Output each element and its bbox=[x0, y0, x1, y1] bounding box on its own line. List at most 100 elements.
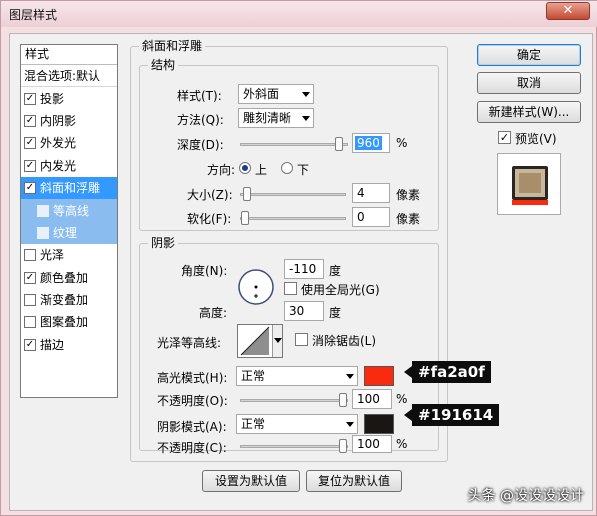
altitude-input[interactable]: 30 bbox=[284, 301, 324, 321]
chevron-down-icon bbox=[274, 338, 282, 343]
preview-checkbox[interactable]: ✓ bbox=[498, 131, 511, 144]
angle-input[interactable]: -110 bbox=[284, 259, 324, 279]
style-item[interactable]: 图案叠加 bbox=[21, 311, 117, 333]
style-item[interactable]: 光泽 bbox=[21, 244, 117, 266]
style-item[interactable]: 等高线 bbox=[21, 199, 117, 222]
soften-slider-thumb[interactable] bbox=[241, 211, 249, 225]
highlight-mode-value: 正常 bbox=[241, 369, 266, 383]
shadow-opacity-input[interactable]: 100 bbox=[352, 435, 392, 453]
style-item-checkbox[interactable]: ✓ bbox=[24, 137, 36, 150]
direction-down-radio[interactable] bbox=[281, 162, 293, 174]
size-slider[interactable] bbox=[240, 187, 346, 201]
shadow-opacity-slider[interactable] bbox=[240, 439, 348, 453]
altitude-unit: 度 bbox=[329, 306, 342, 320]
highlight-opacity-label: 不透明度(O): bbox=[157, 394, 228, 408]
angle-unit: 度 bbox=[329, 264, 342, 278]
global-light-label: 使用全局光(G) bbox=[301, 283, 380, 297]
global-light-checkbox[interactable] bbox=[284, 282, 297, 295]
style-item-label: 等高线 bbox=[53, 203, 90, 218]
style-item[interactable]: ✓ 颜色叠加 bbox=[21, 267, 117, 289]
highlight-mode-select[interactable]: 正常 bbox=[236, 366, 358, 386]
highlight-opacity-slider[interactable] bbox=[240, 393, 348, 407]
blend-options-item[interactable]: 混合选项:默认 bbox=[21, 65, 117, 88]
highlight-opacity-thumb[interactable] bbox=[339, 393, 347, 407]
window-title: 图层样式 bbox=[9, 8, 58, 22]
cancel-button[interactable]: 取消 bbox=[477, 72, 581, 94]
style-item-checkbox[interactable] bbox=[24, 294, 36, 307]
highlight-mode-label: 高光模式(H): bbox=[157, 371, 228, 385]
style-items: ✓ 投影 ✓ 内阴影 ✓ 外发光 ✓ 内发光 ✓ 斜面和浮雕 等高线 纹理 光泽 ✓ 颜色叠加 渐变叠加 图案叠… bbox=[21, 87, 117, 356]
highlight-color-swatch[interactable] bbox=[364, 366, 394, 386]
style-item-checkbox[interactable] bbox=[37, 204, 49, 217]
bevel-style-value: 外斜面 bbox=[243, 87, 280, 101]
title-bar[interactable]: 图层样式 ✕ bbox=[1, 1, 597, 27]
soften-slider[interactable] bbox=[240, 211, 346, 225]
style-item-checkbox[interactable]: ✓ bbox=[24, 114, 36, 127]
style-item-label: 纹理 bbox=[53, 225, 78, 240]
shadow-color-swatch[interactable] bbox=[364, 414, 394, 434]
style-item[interactable]: ✓ 内阴影 bbox=[21, 110, 117, 132]
style-item[interactable]: ✓ 外发光 bbox=[21, 132, 117, 154]
style-item-checkbox[interactable]: ✓ bbox=[24, 338, 36, 351]
style-item-label: 内发光 bbox=[40, 158, 77, 173]
style-item-label: 斜面和浮雕 bbox=[40, 181, 101, 196]
shadow-opacity-unit: % bbox=[396, 437, 408, 451]
angle-value: -110 bbox=[289, 262, 317, 276]
size-slider-thumb[interactable] bbox=[242, 187, 251, 201]
reset-default-button[interactable]: 复位为默认值 bbox=[306, 470, 402, 492]
style-item-checkbox[interactable] bbox=[24, 249, 36, 262]
shadow-opacity-thumb[interactable] bbox=[339, 439, 347, 453]
shading-title: 阴影 bbox=[148, 236, 179, 250]
direction-down-label: 下 bbox=[297, 163, 310, 177]
new-style-button[interactable]: 新建样式(W)... bbox=[477, 101, 581, 123]
direction-label: 方向: bbox=[207, 163, 236, 177]
shadow-mode-label: 阴影模式(A): bbox=[157, 420, 227, 434]
style-item[interactable]: 渐变叠加 bbox=[21, 289, 117, 311]
make-default-button[interactable]: 设置为默认值 bbox=[202, 470, 300, 492]
technique-value: 雕刻清晰 bbox=[243, 111, 292, 125]
depth-value: 960 bbox=[355, 136, 382, 150]
style-item[interactable]: ✓ 斜面和浮雕 bbox=[21, 176, 117, 200]
style-item-label: 颜色叠加 bbox=[40, 270, 89, 285]
direction-up-radio[interactable] bbox=[239, 162, 251, 174]
bevel-style-select[interactable]: 外斜面 bbox=[238, 84, 314, 104]
style-item[interactable]: ✓ 描边 bbox=[21, 334, 117, 356]
style-item-checkbox[interactable]: ✓ bbox=[24, 159, 36, 172]
style-item[interactable]: ✓ 投影 bbox=[21, 87, 117, 109]
style-item-label: 投影 bbox=[40, 91, 65, 106]
style-item-label: 内阴影 bbox=[40, 113, 77, 128]
shadow-mode-select[interactable]: 正常 bbox=[236, 414, 358, 434]
style-item-checkbox[interactable] bbox=[37, 226, 49, 239]
watermark: 头条 @设设设设计 bbox=[467, 488, 584, 504]
chevron-down-icon bbox=[302, 92, 310, 97]
highlight-opacity-value: 100 bbox=[357, 392, 380, 406]
technique-select[interactable]: 雕刻清晰 bbox=[238, 108, 314, 128]
contour-dropdown[interactable] bbox=[272, 325, 282, 357]
style-item-checkbox[interactable]: ✓ bbox=[24, 271, 36, 284]
depth-label: 深度(D): bbox=[177, 138, 224, 152]
depth-slider[interactable] bbox=[240, 137, 348, 151]
highlight-opacity-input[interactable]: 100 bbox=[352, 389, 392, 409]
dialog-body: 样式 混合选项:默认 ✓ 投影 ✓ 内阴影 ✓ 外发光 ✓ 内发光 ✓ 斜面和浮雕 等高线 纹理 光泽 ✓… bbox=[9, 33, 593, 511]
shadow-color-callout: #191614 bbox=[403, 404, 500, 426]
depth-slider-thumb[interactable] bbox=[335, 137, 344, 151]
style-item[interactable]: ✓ 内发光 bbox=[21, 155, 117, 177]
styles-list: 样式 混合选项:默认 ✓ 投影 ✓ 内阴影 ✓ 外发光 ✓ 内发光 ✓ 斜面和浮雕 等高线 纹理 光泽 ✓… bbox=[20, 44, 118, 398]
angle-dial[interactable] bbox=[237, 268, 275, 306]
gloss-contour-picker[interactable] bbox=[237, 324, 283, 358]
depth-input[interactable]: 960 bbox=[352, 133, 390, 153]
antialias-checkbox[interactable] bbox=[295, 333, 308, 346]
style-item-label: 渐变叠加 bbox=[40, 293, 89, 308]
style-item[interactable]: 纹理 bbox=[21, 221, 117, 245]
size-input[interactable]: 4 bbox=[352, 183, 390, 203]
size-unit: 像素 bbox=[396, 188, 421, 202]
styles-list-header[interactable]: 样式 bbox=[21, 45, 117, 65]
ok-button[interactable]: 确定 bbox=[477, 44, 581, 66]
style-item-checkbox[interactable] bbox=[24, 316, 36, 329]
close-button[interactable]: ✕ bbox=[546, 2, 590, 20]
chevron-down-icon bbox=[302, 116, 310, 121]
soften-input[interactable]: 0 bbox=[352, 207, 390, 227]
style-item-checkbox[interactable]: ✓ bbox=[24, 92, 36, 105]
style-item-checkbox[interactable]: ✓ bbox=[24, 182, 36, 195]
shadow-opacity-value: 100 bbox=[357, 437, 380, 451]
